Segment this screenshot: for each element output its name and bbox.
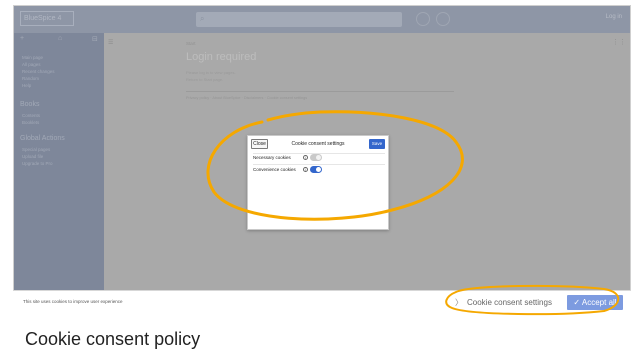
- close-button[interactable]: Close: [251, 139, 268, 149]
- save-button[interactable]: Save: [369, 139, 385, 149]
- notifications-icon[interactable]: [416, 12, 430, 26]
- necessary-cookies-toggle: [310, 154, 322, 161]
- login-link[interactable]: Log in: [606, 14, 622, 20]
- sidebar-item[interactable]: Random: [22, 76, 39, 81]
- cookie-bar-text: This site uses cookies to improve user e…: [23, 299, 123, 304]
- user-icon[interactable]: [436, 12, 450, 26]
- accept-all-button[interactable]: ✓ Accept all: [567, 295, 623, 310]
- cookie-settings-dialog: Cookie consent settings Close Save Neces…: [247, 135, 389, 230]
- info-icon[interactable]: i: [303, 167, 308, 172]
- info-icon[interactable]: i: [303, 155, 308, 160]
- body-text: Please log in to view pages.: [186, 70, 236, 75]
- footer-links[interactable]: Privacy policy · About BlueSpice · Discl…: [186, 96, 307, 100]
- grid-icon[interactable]: ⋮⋮: [612, 38, 626, 46]
- divider: [186, 91, 454, 92]
- sidebar-item[interactable]: Help: [22, 83, 31, 88]
- add-icon[interactable]: +: [20, 35, 24, 42]
- sidebar-item[interactable]: Upgrade to Pro: [22, 161, 53, 166]
- sidebar: + ⌂ ⊟ Main page All pages Recent changes…: [14, 33, 104, 295]
- page-title: Login required: [186, 51, 257, 63]
- collapse-icon[interactable]: ⊟: [92, 35, 98, 43]
- caption: Cookie consent policy: [25, 329, 201, 349]
- sidebar-group-title[interactable]: Books: [20, 101, 39, 108]
- sidebar-item[interactable]: Contents: [22, 113, 40, 118]
- chevron-right-icon: 〉: [455, 298, 463, 307]
- convenience-cookies-label: Convenience cookies: [253, 167, 296, 172]
- logo[interactable]: BlueSpice 4: [20, 11, 74, 26]
- convenience-cookies-toggle[interactable]: [310, 166, 322, 173]
- sidebar-group-title[interactable]: Global Actions: [20, 135, 65, 142]
- sidebar-item[interactable]: Upload file: [22, 154, 43, 159]
- divider: [253, 164, 385, 165]
- checkmark-icon: ✓: [573, 298, 581, 307]
- cookie-consent-bar: This site uses cookies to improve user e…: [13, 290, 631, 314]
- cookie-settings-link[interactable]: 〉 Cookie consent settings: [455, 296, 552, 310]
- cookie-settings-label: Cookie consent settings: [467, 298, 552, 307]
- breadcrumb[interactable]: Start: [186, 41, 196, 46]
- home-icon[interactable]: ⌂: [58, 35, 62, 42]
- sidebar-item[interactable]: Booklets: [22, 120, 39, 125]
- search-icon: ⌕: [200, 14, 205, 23]
- search-input[interactable]: ⌕: [196, 12, 402, 27]
- body-text: Return to Start page.: [186, 77, 224, 82]
- sidebar-header: + ⌂ ⊟: [14, 33, 104, 45]
- sidebar-item[interactable]: Recent changes: [22, 69, 55, 74]
- toggle-knob: [316, 155, 321, 160]
- sidebar-item[interactable]: Special pages: [22, 147, 50, 152]
- toggle-knob: [316, 167, 321, 172]
- sidebar-item[interactable]: All pages: [22, 62, 41, 67]
- top-bar: BlueSpice 4 ⌕ Log in: [14, 6, 630, 33]
- sidebar-item[interactable]: Main page: [22, 55, 43, 60]
- menu-icon[interactable]: ☰: [108, 39, 113, 46]
- dialog-title: Cookie consent settings: [291, 141, 345, 147]
- accept-all-label: Accept all: [581, 298, 617, 307]
- necessary-cookies-label: Necessary cookies: [253, 155, 291, 160]
